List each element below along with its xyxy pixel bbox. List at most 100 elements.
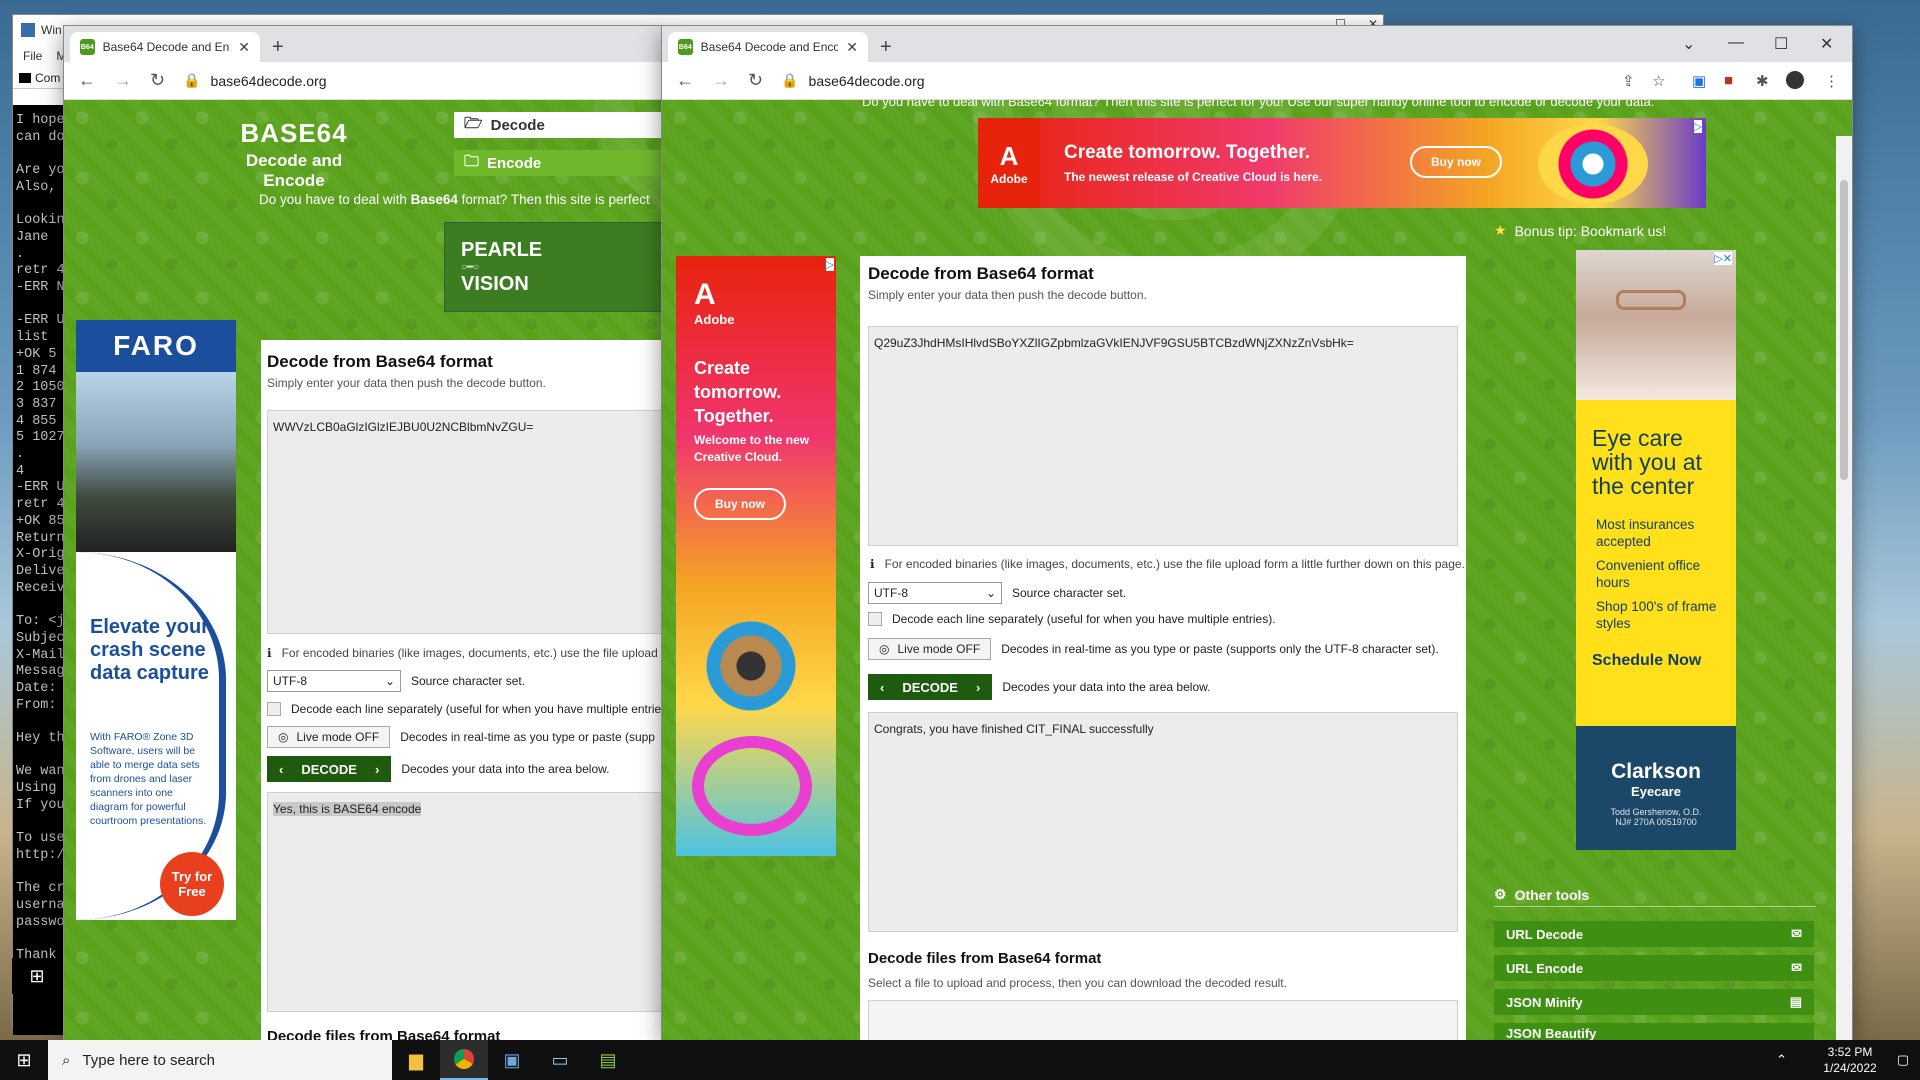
address-bar[interactable]: 🔒 base64decode.org	[183, 72, 326, 89]
browser-window-front[interactable]: B64 Base64 Decode and Encode - On ✕ + ⌄ …	[662, 26, 1852, 1040]
profile-avatar[interactable]	[1786, 71, 1804, 89]
tool-json-beautify[interactable]: JSON Beautify	[1494, 1023, 1814, 1040]
faro-cta[interactable]: Try for Free	[160, 852, 224, 916]
info-text: For encoded binaries (like images, docum…	[884, 557, 1465, 571]
live-label: Live mode OFF	[296, 730, 380, 744]
new-tab-icon[interactable]: +	[880, 36, 892, 59]
maximize-icon[interactable]: ☐	[1774, 34, 1788, 54]
clarkson-bullet: Shop 100's of frame styles	[1596, 599, 1717, 631]
logo-title: BASE64	[240, 118, 348, 148]
live-mode-toggle[interactable]: ◎ Live mode OFF	[267, 726, 391, 748]
close-icon[interactable]: ✕	[1820, 34, 1833, 54]
chevron-down-icon: ⌄	[985, 586, 996, 600]
menu-file[interactable]: File	[23, 49, 42, 63]
decoded-output[interactable]: Congrats, you have finished CIT_FINAL su…	[868, 712, 1458, 932]
tab-close-icon[interactable]: ✕	[846, 39, 858, 56]
notification-icon[interactable]: ▢	[1886, 1040, 1920, 1080]
live-mode-toggle[interactable]: ◎ Live mode OFF	[868, 638, 992, 660]
extension-icon[interactable]: ■	[1724, 72, 1733, 89]
adobe-side-headline: Create tomorrow. Together.	[694, 358, 782, 426]
decoded-output[interactable]: Yes, this is BASE64 encode	[267, 792, 664, 1012]
clarkson-cta[interactable]: Schedule Now	[1592, 652, 1701, 670]
other-tools-label: Other tools	[1514, 886, 1590, 903]
file-explorer-icon[interactable]: ▆	[392, 1040, 440, 1080]
clock[interactable]: 3:52 PM 1/24/2022	[1810, 1044, 1890, 1076]
adobe-side-artwork	[696, 616, 806, 716]
back-arrow-icon[interactable]: ←	[78, 70, 96, 91]
decode-desc: Decodes your data into the area below.	[401, 762, 610, 776]
decode-title: Decode from Base64 format	[868, 264, 1094, 283]
forward-arrow-icon[interactable]: →	[114, 70, 132, 91]
tab-search-icon[interactable]: ⌄	[1682, 34, 1695, 54]
bookmark-star-icon[interactable]: ☆	[1652, 72, 1665, 90]
each-line-checkbox[interactable]	[267, 702, 281, 716]
tab-title: Base64 Decode and Encode - On	[700, 40, 839, 54]
lock-icon: 🔒	[183, 72, 201, 88]
browser-toolbar: ← → ↻ 🔒 base64decode.org ⇪ ☆ ▣ ■ ✱ ⋮	[662, 62, 1852, 100]
reload-icon[interactable]: ↻	[150, 70, 165, 91]
menu-kebab-icon[interactable]: ⋮	[1824, 72, 1839, 90]
scrollbar-thumb[interactable]	[1840, 180, 1848, 480]
clock-date: 1/24/2022	[1823, 1061, 1877, 1075]
tool-json-minify[interactable]: JSON Minify ▤	[1494, 989, 1814, 1015]
tray-chevron-icon[interactable]: ⌃	[1776, 1040, 1787, 1080]
file-upload-area[interactable]	[868, 1000, 1458, 1040]
page-scrollbar[interactable]	[1836, 136, 1852, 1040]
decode-button[interactable]: ‹ DECODE ›	[868, 674, 993, 700]
adobe-banner-ad[interactable]: A Adobe Create tomorrow. Together. The ne…	[978, 118, 1706, 208]
window-app-icon[interactable]: ▭	[536, 1040, 584, 1080]
chevron-left-icon: ‹	[880, 679, 885, 695]
star-icon: ★	[1494, 222, 1507, 238]
charset-select[interactable]: UTF-8 ⌄	[267, 670, 401, 692]
adchoices-icon[interactable]: ▷	[825, 258, 834, 271]
nav-decode-label: Decode	[490, 116, 545, 134]
adobe-side-cta[interactable]: Buy now	[694, 488, 786, 520]
divider	[1494, 906, 1816, 907]
windows-start-icon[interactable]: ⊞	[12, 958, 62, 994]
envelope-icon: ✉	[1791, 960, 1802, 975]
nav-encode[interactable]: 🗀 Encode	[454, 150, 664, 176]
forward-arrow-icon[interactable]: →	[712, 70, 730, 91]
clarkson-photo: ▷✕	[1576, 250, 1736, 400]
encoded-input[interactable]: WWVzLCB0aGlzIGlzIEJBU0U2NCBlbmNvZGU=	[267, 410, 664, 634]
notepad-icon[interactable]: ▤	[584, 1040, 632, 1080]
faro-photo	[76, 372, 236, 552]
each-line-label: Decode each line separately (useful for …	[892, 612, 1276, 626]
browser-window-back[interactable]: B64 Base64 Decode and Encode - On ✕ + ← …	[64, 26, 664, 1040]
each-line-checkbox[interactable]	[868, 612, 882, 626]
charset-select[interactable]: UTF-8 ⌄	[868, 582, 1002, 604]
puzzle-icon[interactable]: ✱	[1756, 72, 1769, 90]
translate-icon[interactable]: ▣	[1692, 72, 1706, 90]
chevron-left-icon: ‹	[279, 761, 284, 777]
minimize-icon[interactable]: —	[1728, 34, 1744, 52]
faro-ad[interactable]: FARO Elevate your crash scene data captu…	[76, 320, 236, 920]
share-icon[interactable]: ⇪	[1622, 72, 1635, 90]
clarkson-eyecare-ad[interactable]: ▷✕ Eye care with you at the center Most …	[1576, 250, 1736, 850]
app-icon[interactable]: ▣	[488, 1040, 536, 1080]
decode-desc: Decodes your data into the area below.	[1002, 680, 1211, 694]
decode-button[interactable]: ‹ DECODE ›	[267, 756, 392, 782]
chrome-icon[interactable]	[440, 1040, 488, 1080]
back-arrow-icon[interactable]: ←	[676, 70, 694, 91]
tool-url-decode[interactable]: URL Decode ✉	[1494, 921, 1814, 947]
page-content: BASE64 Decode and Encode 🗁 Decode 🗀 Encode…	[64, 100, 664, 1040]
site-logo[interactable]: BASE64 Decode and Encode	[214, 118, 374, 191]
taskbar-search[interactable]: ⌕ Type here to search	[48, 1040, 392, 1080]
reload-icon[interactable]: ↻	[748, 70, 763, 91]
files-subtitle: Select a file to upload and process, the…	[868, 976, 1287, 990]
adchoices-icon[interactable]: ▷	[1693, 120, 1702, 133]
adobe-banner-cta[interactable]: Buy now	[1410, 146, 1502, 178]
address-bar[interactable]: 🔒 base64decode.org	[781, 72, 924, 89]
browser-tab[interactable]: B64 Base64 Decode and Encode - On ✕	[70, 32, 260, 62]
clarkson-brand: Clarkson	[1611, 760, 1701, 783]
tool-url-encode[interactable]: URL Encode ✉	[1494, 955, 1814, 981]
adobe-side-ad[interactable]: A Adobe Create tomorrow. Together. Welcom…	[676, 256, 836, 856]
new-tab-icon[interactable]: +	[272, 36, 284, 59]
tab-close-icon[interactable]: ✕	[238, 39, 250, 56]
nav-decode[interactable]: 🗁 Decode	[454, 112, 664, 138]
encoded-input[interactable]: Q29uZ3JhdHMsIHlvdSBoYXZlIGZpbmlzaGVkIENJ…	[868, 326, 1458, 546]
pearle-line1: PEARLE	[461, 238, 543, 261]
pearle-vision-ad[interactable]: PEARLE ○━○ VISION	[444, 222, 664, 312]
start-icon[interactable]: ⊞	[0, 1040, 48, 1080]
browser-tab[interactable]: B64 Base64 Decode and Encode - On ✕	[668, 32, 868, 62]
